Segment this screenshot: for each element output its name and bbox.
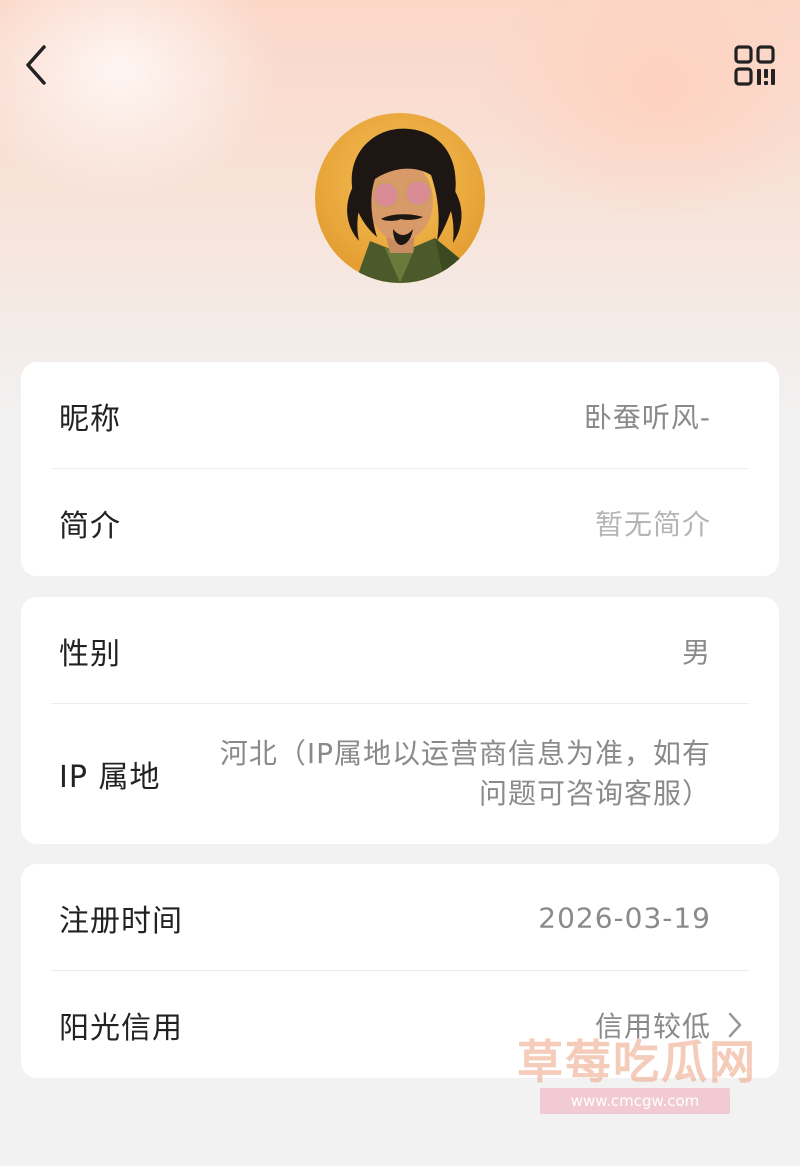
- register-time-row: 注册时间 2026-03-19: [21, 864, 779, 971]
- nickname-row[interactable]: 昵称 卧蚕听风-: [21, 362, 779, 469]
- ip-location-label: IP 属地: [59, 760, 161, 795]
- gender-label: 性别: [59, 636, 121, 672]
- ip-location-value: 河北（IP属地以运营商信息为准，如有问题可咨询客服）: [219, 737, 711, 810]
- qr-code-button[interactable]: [733, 44, 777, 88]
- bio-label: 简介: [59, 508, 121, 544]
- register-time-label: 注册时间: [59, 903, 183, 939]
- avatar[interactable]: [315, 113, 485, 283]
- nickname-value: 卧蚕听风-: [583, 400, 711, 434]
- chevron-left-icon: [26, 45, 46, 85]
- bio-row[interactable]: 简介 暂无简介: [21, 469, 779, 576]
- gender-row[interactable]: 性别 男: [21, 597, 779, 704]
- chevron-right-icon: [728, 1012, 742, 1037]
- qr-code-icon: [734, 45, 775, 86]
- gender-value: 男: [681, 635, 711, 669]
- ip-location-row: IP 属地 河北（IP属地以运营商信息为准，如有问题可咨询客服）: [21, 704, 779, 844]
- sunshine-credit-row[interactable]: 阳光信用 信用较低: [21, 971, 779, 1078]
- avatar-image: [315, 113, 485, 283]
- profile-card-account: 注册时间 2026-03-19 阳光信用 信用较低: [21, 864, 779, 1078]
- register-time-value: 2026-03-19: [538, 901, 711, 934]
- profile-card-details: 性别 男 IP 属地 河北（IP属地以运营商信息为准，如有问题可咨询客服）: [21, 597, 779, 844]
- sunshine-credit-value: 信用较低: [594, 1009, 711, 1043]
- nickname-label: 昵称: [59, 401, 121, 437]
- back-button[interactable]: [20, 40, 60, 90]
- sunshine-credit-label: 阳光信用: [59, 1010, 183, 1046]
- watermark-url: www.cmcgw.com: [540, 1088, 730, 1114]
- bio-value: 暂无简介: [594, 507, 711, 541]
- profile-card-basic: 昵称 卧蚕听风- 简介 暂无简介: [21, 362, 779, 576]
